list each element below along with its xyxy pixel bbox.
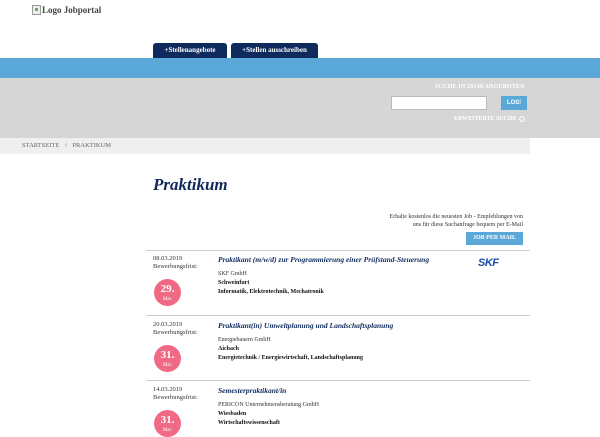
deadline-day: 29.: [160, 283, 175, 295]
job-title-link[interactable]: Semesterpraktikant/in: [218, 386, 286, 395]
breadcrumb-separator: /: [65, 142, 67, 149]
job-company: Energiebauern GmbH: [218, 337, 271, 343]
job-date-block: 08.03.2019 Bewerbungsfrist:: [153, 255, 198, 271]
job-company: SKF GmbH: [218, 271, 247, 277]
tab-stellenangebote[interactable]: +Stellenangebote: [153, 43, 227, 58]
list-item[interactable]: 20.03.2019 Bewerbungsfrist: 31. Mar. Pra…: [153, 321, 530, 381]
deadline-label: Bewerbungsfrist:: [153, 329, 198, 336]
list-item[interactable]: 08.03.2019 Bewerbungsfrist: 29. Mar. Pra…: [153, 255, 530, 315]
search-button[interactable]: LOS!: [501, 96, 527, 110]
job-date: 08.03.2019: [153, 255, 183, 262]
job-categories: Energietechnik / Energiewirtschaft, Land…: [218, 355, 364, 361]
divider: [146, 315, 530, 316]
job-date-block: 14.03.2019 Bewerbungsfrist:: [153, 386, 198, 402]
deadline-day: 31.: [160, 414, 175, 426]
logo-alt-text: Logo Jobportal: [42, 5, 102, 15]
deadline-day: 31.: [160, 349, 175, 361]
deadline-month: Mar.: [162, 297, 173, 302]
logo[interactable]: Logo Jobportal: [32, 5, 101, 15]
search-input[interactable]: [391, 96, 487, 110]
main-nav: +Stellenangebote +Stellen ausschreiben: [153, 43, 318, 58]
breadcrumb-home[interactable]: STARTSEITE: [22, 142, 59, 149]
deadline-month: Mar.: [162, 428, 173, 433]
advanced-search-link[interactable]: ERWEITERTE SUCHE ›: [454, 116, 525, 122]
divider: [146, 380, 530, 381]
header-band: [0, 58, 600, 78]
chevron-right-circle-icon: ›: [518, 116, 525, 122]
job-company: PERICON Unternehmensberatung GmbH: [218, 402, 319, 408]
deadline-badge: 31. Mar.: [154, 410, 181, 437]
divider: [146, 250, 530, 251]
breadcrumb: STARTSEITE / PRAKTIKUM: [0, 138, 530, 154]
advanced-search-label: ERWEITERTE SUCHE: [454, 116, 517, 122]
broken-image-icon: [32, 5, 41, 15]
page-title: Praktikum: [153, 175, 228, 194]
deadline-badge: 29. Mar.: [154, 279, 181, 306]
job-categories: Wirtschaftswissenschaft: [218, 420, 280, 426]
company-logo[interactable]: SKF: [478, 257, 499, 269]
job-city: Wiesbaden: [218, 411, 247, 417]
job-city: Aichach: [218, 346, 239, 352]
job-alert-line-1: Erhalte kostenlos die neuesten Job - Emp…: [389, 214, 523, 220]
breadcrumb-current: PRAKTIKUM: [72, 142, 112, 149]
tab-stellen-ausschreiben[interactable]: +Stellen ausschreiben: [231, 43, 318, 58]
list-item[interactable]: 14.03.2019 Bewerbungsfrist: 31. Mar. Sem…: [153, 386, 530, 437]
deadline-label: Bewerbungsfrist:: [153, 394, 198, 401]
job-title-link[interactable]: Praktikant (m/w/d) zur Programmierung ei…: [218, 255, 429, 264]
job-per-mail-button[interactable]: JOB PER MAIL: [466, 232, 523, 245]
job-date-block: 20.03.2019 Bewerbungsfrist:: [153, 321, 198, 337]
job-date: 14.03.2019: [153, 386, 183, 393]
deadline-label: Bewerbungsfrist:: [153, 263, 198, 270]
job-title-link[interactable]: Praktikant(in) Umweltplanung und Landsch…: [218, 321, 393, 330]
job-city: Schweinfurt: [218, 280, 250, 286]
job-date: 20.03.2019: [153, 321, 183, 328]
search-count-label: SUCHE IN 20148 ANGEBOTEN: [435, 84, 525, 90]
job-alert-text: Erhalte kostenlos die neuesten Job - Emp…: [360, 213, 523, 229]
job-categories: Informatik, Elektrotechnik, Mechatronik: [218, 289, 324, 295]
deadline-badge: 31. Mar.: [154, 345, 181, 372]
deadline-month: Mar.: [162, 363, 173, 368]
job-alert-line-2: uns für diese Suchanfrage bequem per E-M…: [412, 222, 523, 228]
